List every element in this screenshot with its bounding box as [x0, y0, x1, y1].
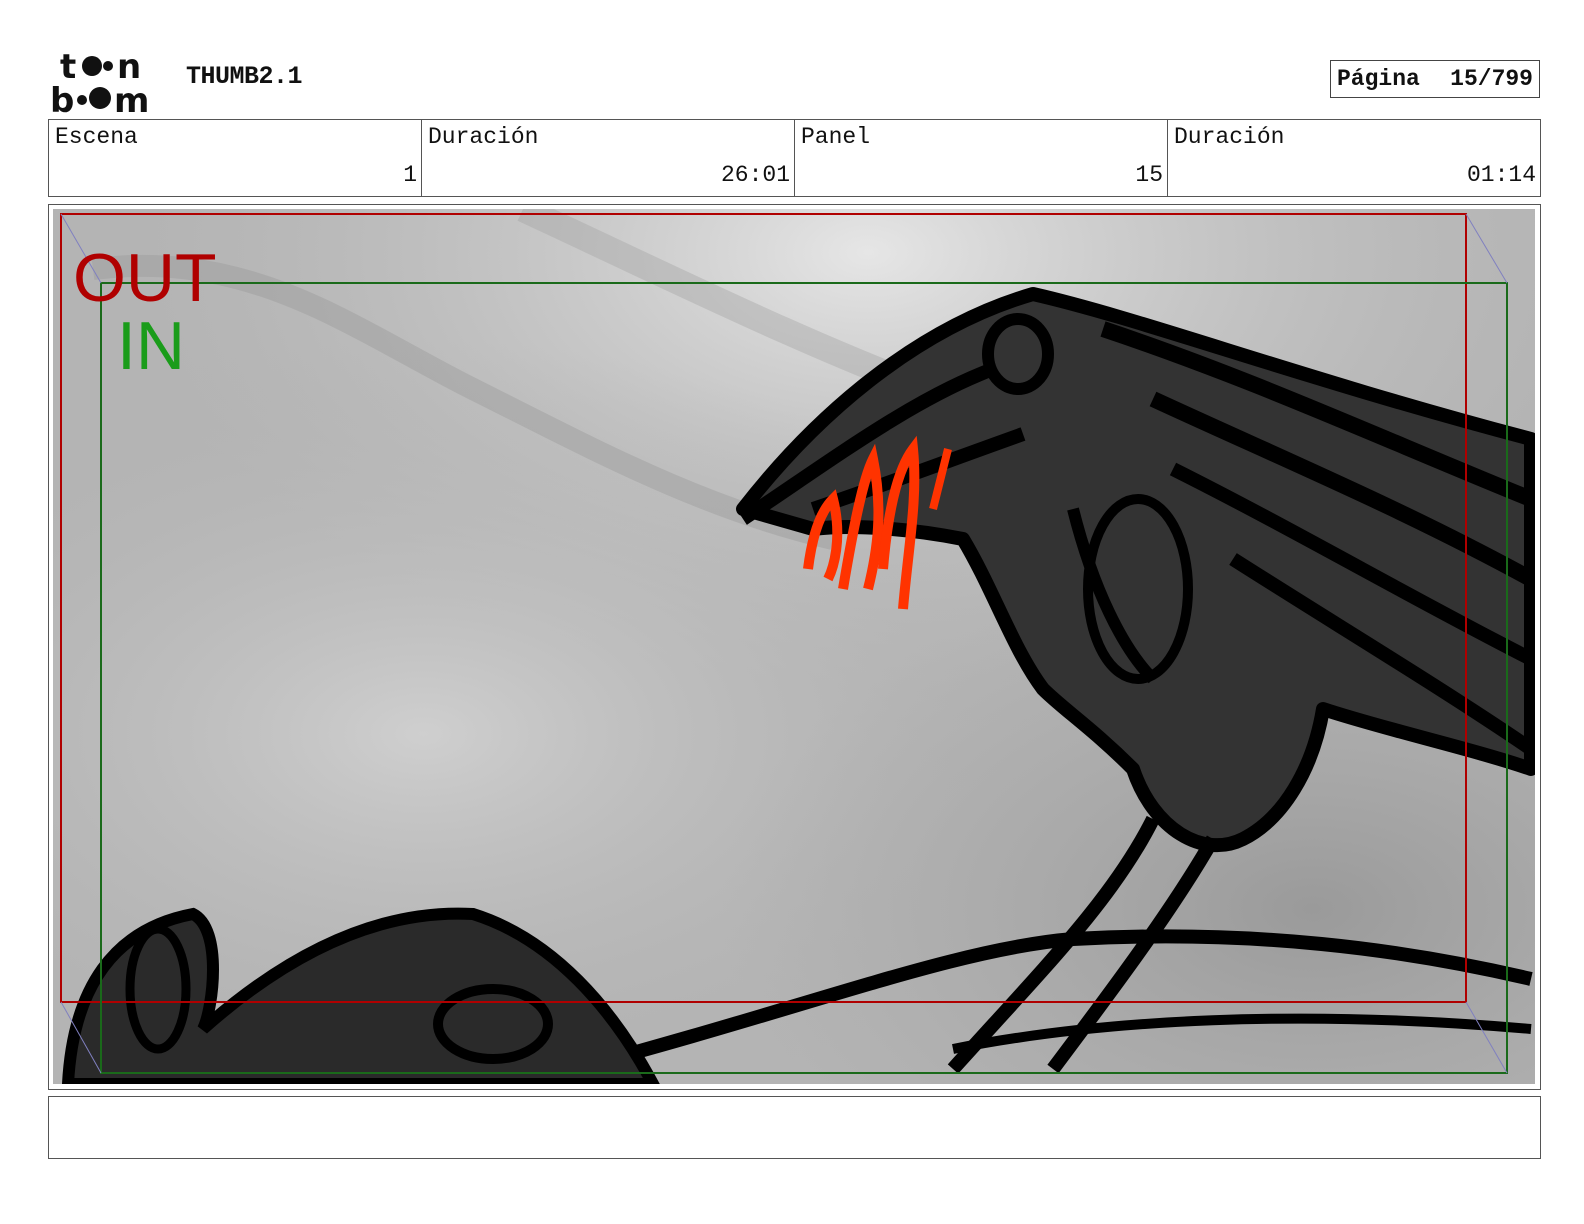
panel-cell: Panel 15	[795, 120, 1168, 196]
page-number: 15/799	[1450, 66, 1533, 92]
svg-text:m: m	[114, 81, 149, 114]
in-guide-label: IN	[117, 308, 185, 384]
panel-label: Panel	[801, 124, 871, 150]
scene-cell: Escena 1	[49, 120, 422, 196]
document-title: THUMB2.1	[186, 62, 303, 91]
scene-duration-cell: Duración 26:01	[422, 120, 795, 196]
panel-duration-label: Duración	[1174, 124, 1285, 150]
scene-label: Escena	[55, 124, 138, 150]
panel-drawing: OUT IN	[53, 209, 1535, 1084]
panel-duration-value: 01:14	[1466, 162, 1536, 188]
svg-text:b: b	[50, 81, 74, 114]
scene-duration-value: 26:01	[720, 162, 790, 188]
panel-notes-box	[48, 1096, 1541, 1159]
page-indicator: Página 15/799	[1330, 60, 1540, 98]
page-label: Página	[1337, 66, 1420, 92]
scene-info-table: Escena 1 Duración 26:01 Panel 15 Duració…	[48, 119, 1541, 197]
out-guide-label: OUT	[73, 240, 217, 316]
toon-boom-logo: t n b m	[50, 48, 166, 114]
panel-value: 15	[1135, 162, 1163, 188]
panel-duration-cell: Duración 01:14	[1168, 120, 1540, 196]
panel-frame: OUT IN	[48, 204, 1541, 1090]
scene-duration-label: Duración	[428, 124, 539, 150]
scene-value: 1	[403, 162, 417, 188]
